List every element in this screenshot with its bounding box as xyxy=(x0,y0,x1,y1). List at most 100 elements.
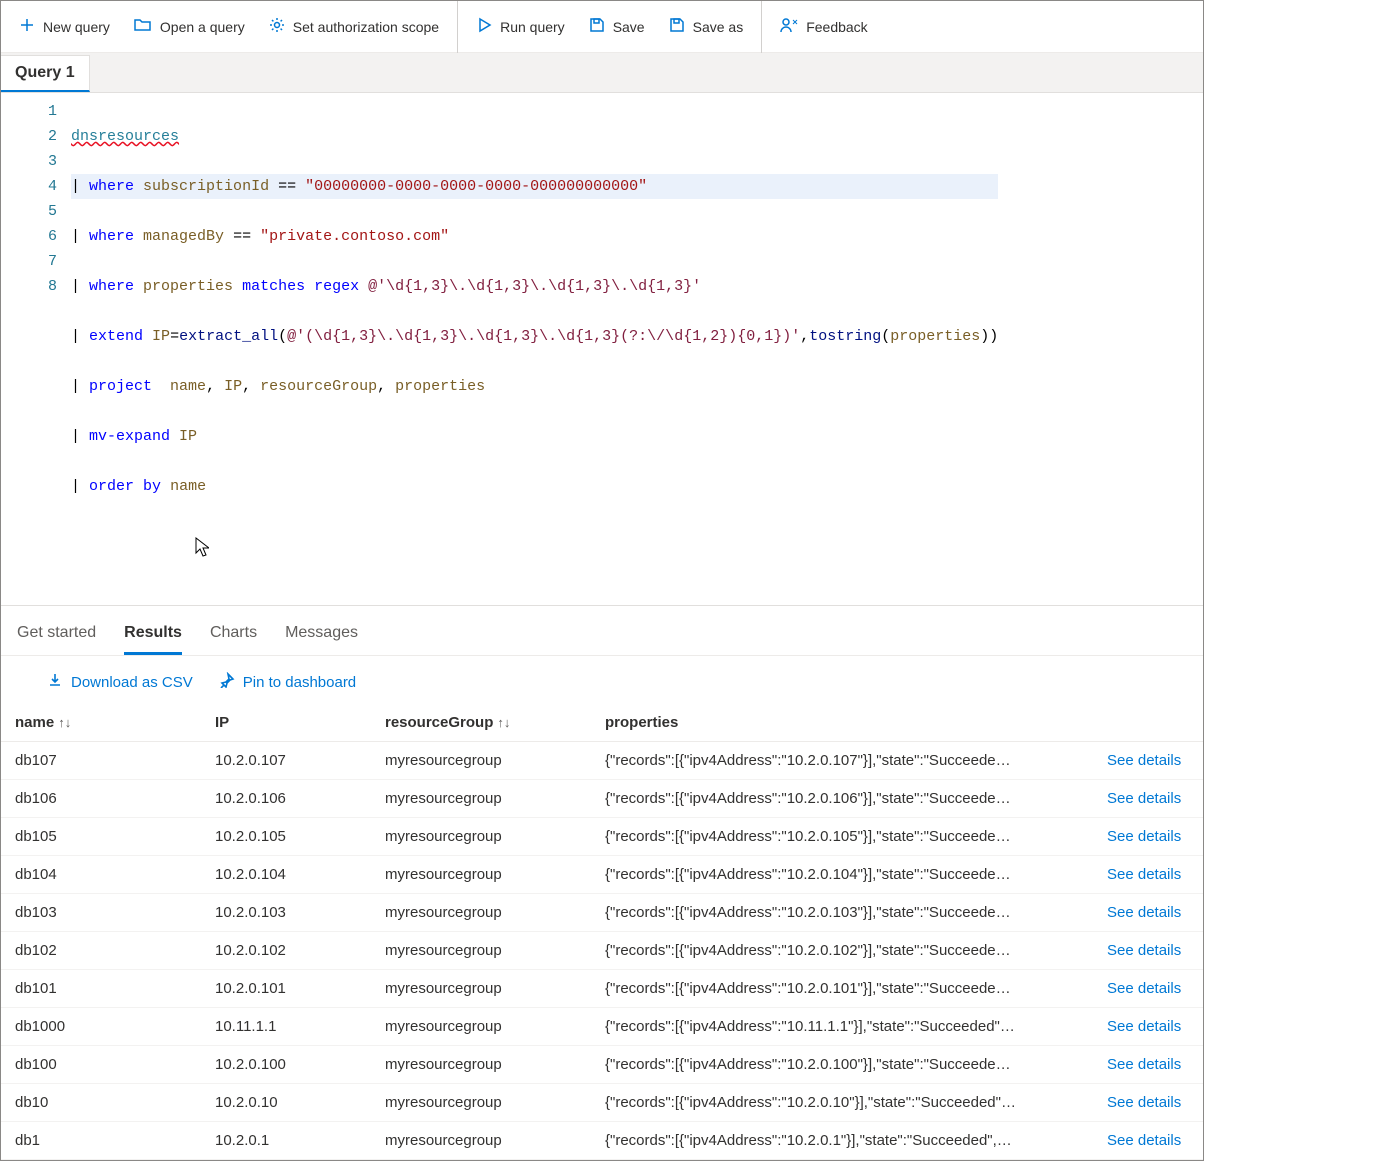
table-row[interactable]: db10110.2.0.101myresourcegroup{"records"… xyxy=(1,970,1203,1008)
token-col: IP xyxy=(224,378,242,395)
cell-properties: {"records":[{"ipv4Address":"10.2.0.100"}… xyxy=(591,1046,1093,1084)
new-query-label: New query xyxy=(43,19,110,35)
cell-name: db107 xyxy=(1,742,201,780)
token-eq: == xyxy=(233,228,251,245)
see-details-link[interactable]: See details xyxy=(1107,1132,1181,1149)
tab-messages[interactable]: Messages xyxy=(285,618,358,655)
play-icon xyxy=(476,17,492,36)
token-col: managedBy xyxy=(143,228,224,245)
token-regex: @'(\d{1,3}\.\d{1,3}\.\d{1,3}\.\d{1,3}(?:… xyxy=(287,328,800,345)
feedback-button[interactable]: Feedback xyxy=(761,1,879,53)
token-col: name xyxy=(170,378,206,395)
cell-see-details: See details xyxy=(1093,856,1203,894)
token-mvexpand: mv-expand xyxy=(89,428,170,445)
see-details-link[interactable]: See details xyxy=(1107,828,1181,845)
run-query-button[interactable]: Run query xyxy=(457,1,577,53)
table-row[interactable]: db10210.2.0.102myresourcegroup{"records"… xyxy=(1,932,1203,970)
gear-icon xyxy=(269,17,285,36)
see-details-link[interactable]: See details xyxy=(1107,1056,1181,1073)
token-col: properties xyxy=(143,278,233,295)
col-header-label: IP xyxy=(215,714,229,731)
col-header-name[interactable]: name↑↓ xyxy=(1,704,201,742)
token-order: order xyxy=(89,478,134,495)
cell-properties: {"records":[{"ipv4Address":"10.11.1.1"}]… xyxy=(591,1008,1093,1046)
set-auth-scope-button[interactable]: Set authorization scope xyxy=(257,1,451,53)
table-row[interactable]: db10710.2.0.107myresourcegroup{"records"… xyxy=(1,742,1203,780)
line-number: 4 xyxy=(1,174,57,199)
tab-charts[interactable]: Charts xyxy=(210,618,257,655)
cell-properties: {"records":[{"ipv4Address":"10.2.0.104"}… xyxy=(591,856,1093,894)
save-as-button[interactable]: Save as xyxy=(657,1,756,53)
cell-name: db1 xyxy=(1,1122,201,1160)
cell-name: db106 xyxy=(1,780,201,818)
token-matches-regex: matches regex xyxy=(242,278,359,295)
see-details-link[interactable]: See details xyxy=(1107,1094,1181,1111)
cell-resourcegroup: myresourcegroup xyxy=(371,1046,591,1084)
tab-results[interactable]: Results xyxy=(124,618,182,655)
cell-see-details: See details xyxy=(1093,894,1203,932)
table-row[interactable]: db100010.11.1.1myresourcegroup{"records"… xyxy=(1,1008,1203,1046)
table-row[interactable]: db10610.2.0.106myresourcegroup{"records"… xyxy=(1,780,1203,818)
code-body[interactable]: dnsresources | where subscriptionId == "… xyxy=(71,93,998,605)
cell-ip: 10.2.0.104 xyxy=(201,856,371,894)
see-details-link[interactable]: See details xyxy=(1107,1018,1181,1035)
cell-resourcegroup: myresourcegroup xyxy=(371,970,591,1008)
cell-see-details: See details xyxy=(1093,742,1203,780)
see-details-link[interactable]: See details xyxy=(1107,752,1181,769)
cell-see-details: See details xyxy=(1093,1046,1203,1084)
token-eq: == xyxy=(278,178,296,195)
pin-dashboard-button[interactable]: Pin to dashboard xyxy=(219,672,356,692)
token-col: IP xyxy=(152,328,170,345)
table-row[interactable]: db10410.2.0.104myresourcegroup{"records"… xyxy=(1,856,1203,894)
cell-resourcegroup: myresourcegroup xyxy=(371,818,591,856)
cell-name: db105 xyxy=(1,818,201,856)
see-details-link[interactable]: See details xyxy=(1107,866,1181,883)
tab-get-started[interactable]: Get started xyxy=(17,618,96,655)
table-row[interactable]: db110.2.0.1myresourcegroup{"records":[{"… xyxy=(1,1122,1203,1160)
token-fn: tostring xyxy=(809,328,881,345)
see-details-link[interactable]: See details xyxy=(1107,980,1181,997)
query-tab-1[interactable]: Query 1 xyxy=(1,55,90,92)
toolbar: New query Open a query Set authorization… xyxy=(1,1,1203,53)
cell-see-details: See details xyxy=(1093,970,1203,1008)
cell-ip: 10.11.1.1 xyxy=(201,1008,371,1046)
table-row[interactable]: db1010.2.0.10myresourcegroup{"records":[… xyxy=(1,1084,1203,1122)
results-table: name↑↓ IP resourceGroup↑↓ properties db1… xyxy=(1,704,1203,1160)
pin-dashboard-label: Pin to dashboard xyxy=(243,674,356,691)
code-editor[interactable]: 1 2 3 4 5 6 7 8 dnsresources | where sub… xyxy=(1,93,1203,606)
table-row[interactable]: db10310.2.0.103myresourcegroup{"records"… xyxy=(1,894,1203,932)
save-label: Save xyxy=(613,19,645,35)
cell-resourcegroup: myresourcegroup xyxy=(371,1008,591,1046)
pin-icon xyxy=(219,672,235,692)
see-details-link[interactable]: See details xyxy=(1107,942,1181,959)
table-row[interactable]: db10510.2.0.105myresourcegroup{"records"… xyxy=(1,818,1203,856)
line-gutter: 1 2 3 4 5 6 7 8 xyxy=(1,93,71,605)
col-header-resourcegroup[interactable]: resourceGroup↑↓ xyxy=(371,704,591,742)
download-csv-button[interactable]: Download as CSV xyxy=(47,672,193,692)
cell-see-details: See details xyxy=(1093,1084,1203,1122)
save-button[interactable]: Save xyxy=(577,1,657,53)
cell-resourcegroup: myresourcegroup xyxy=(371,1084,591,1122)
new-query-button[interactable]: New query xyxy=(7,1,122,53)
cell-properties: {"records":[{"ipv4Address":"10.2.0.101"}… xyxy=(591,970,1093,1008)
token-col: resourceGroup xyxy=(260,378,377,395)
see-details-link[interactable]: See details xyxy=(1107,904,1181,921)
cell-ip: 10.2.0.100 xyxy=(201,1046,371,1084)
cell-properties: {"records":[{"ipv4Address":"10.2.0.10"}]… xyxy=(591,1084,1093,1122)
cell-name: db100 xyxy=(1,1046,201,1084)
cell-ip: 10.2.0.102 xyxy=(201,932,371,970)
table-row[interactable]: db10010.2.0.100myresourcegroup{"records"… xyxy=(1,1046,1203,1084)
token-col: properties xyxy=(395,378,485,395)
see-details-link[interactable]: See details xyxy=(1107,790,1181,807)
line-number: 3 xyxy=(1,149,57,174)
query-explorer-window: New query Open a query Set authorization… xyxy=(0,0,1204,1161)
cell-name: db104 xyxy=(1,856,201,894)
cell-resourcegroup: myresourcegroup xyxy=(371,932,591,970)
cell-resourcegroup: myresourcegroup xyxy=(371,780,591,818)
open-query-button[interactable]: Open a query xyxy=(122,1,257,53)
token-regex: @'\d{1,3}\.\d{1,3}\.\d{1,3}\.\d{1,3}' xyxy=(368,278,701,295)
token-col: properties xyxy=(890,328,980,345)
run-query-label: Run query xyxy=(500,19,565,35)
col-header-properties[interactable]: properties xyxy=(591,704,1093,742)
col-header-ip[interactable]: IP xyxy=(201,704,371,742)
